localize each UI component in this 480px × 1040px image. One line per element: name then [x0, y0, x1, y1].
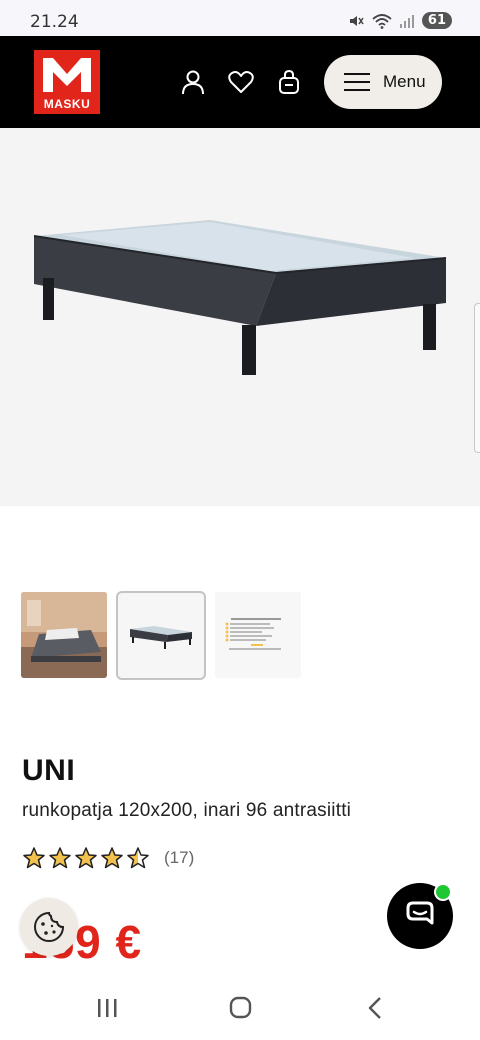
thumbnail-infographic[interactable] — [215, 592, 301, 678]
status-icons: 61 — [348, 12, 452, 29]
online-status-dot — [434, 883, 452, 901]
wifi-icon — [372, 13, 392, 29]
home-icon[interactable] — [225, 995, 255, 1021]
shopping-bag-icon[interactable] — [275, 68, 303, 96]
logo-text: MASKU — [43, 97, 91, 111]
star-icon — [23, 847, 45, 869]
thumbnail-bedroom[interactable] — [21, 592, 107, 678]
thumbnail-bed-product[interactable] — [116, 591, 206, 680]
bed-illustration — [33, 220, 447, 375]
thumbnail-strip — [21, 591, 301, 680]
star-icon — [75, 847, 97, 869]
side-scroll-handle[interactable] — [474, 303, 480, 453]
menu-label: Menu — [383, 72, 426, 91]
masku-logo[interactable]: MASKU — [34, 50, 100, 114]
menu-button[interactable]: Menu — [324, 55, 442, 109]
signal-icon — [399, 14, 414, 28]
android-nav-bar — [0, 975, 480, 1040]
info-graphic — [215, 592, 301, 678]
chat-button[interactable] — [387, 883, 453, 949]
logo-m-mark — [43, 58, 91, 92]
heart-icon[interactable] — [227, 68, 255, 96]
mute-icon — [349, 15, 364, 26]
site-header: MASKU Menu — [0, 36, 480, 128]
hamburger-icon — [344, 73, 370, 91]
star-icon — [49, 847, 71, 869]
bedroom-photo — [21, 592, 107, 678]
half-star-icon — [127, 847, 149, 869]
star-icon — [101, 847, 123, 869]
cookie-icon — [34, 911, 65, 942]
status-time: 21.24 — [30, 12, 79, 32]
product-image-main[interactable] — [0, 128, 480, 506]
product-rating[interactable]: (17) — [22, 846, 194, 870]
chat-icon — [406, 901, 434, 925]
back-icon[interactable] — [360, 995, 390, 1021]
review-count[interactable]: (17) — [164, 848, 194, 868]
user-icon[interactable] — [179, 68, 207, 96]
product-subtitle: runkopatja 120x200, inari 96 antrasiitti — [22, 800, 352, 821]
status-bar: 21.24 61 — [0, 0, 480, 36]
bed-product-photo — [130, 626, 192, 649]
recent-apps-icon[interactable] — [92, 995, 122, 1021]
cookie-settings-button[interactable] — [20, 898, 78, 956]
battery-indicator: 61 — [421, 12, 452, 29]
product-title: UNI — [22, 754, 76, 787]
